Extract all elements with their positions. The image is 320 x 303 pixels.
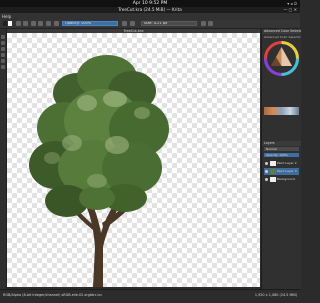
size-lock-icon[interactable]: [130, 21, 135, 26]
mirror-vertical-icon[interactable]: [208, 21, 213, 26]
brush-preset-icon[interactable]: [31, 21, 36, 26]
layer-opacity-slider[interactable]: Opacity: 100%: [264, 153, 299, 157]
foreground-color-swatch[interactable]: [3, 21, 7, 26]
layer-row[interactable]: Paint Layer 2: [264, 160, 299, 167]
color-docker-title[interactable]: Advanced Color Selector: [262, 29, 301, 34]
select-tool-icon[interactable]: [1, 35, 5, 39]
docker-panel: Advanced Color Selector Advanced Color S…: [261, 29, 301, 299]
blend-mode-icon[interactable]: [38, 21, 43, 26]
menu-item-help[interactable]: Help: [2, 13, 11, 20]
eye-icon[interactable]: [265, 162, 268, 165]
background-color-swatch[interactable]: [8, 21, 12, 26]
preserve-alpha-icon[interactable]: [54, 21, 59, 26]
layer-thumbnail: [270, 161, 276, 166]
text-tool-icon[interactable]: [1, 65, 5, 69]
reset-opacity-icon[interactable]: [122, 21, 127, 26]
fill-tool-icon[interactable]: [1, 59, 5, 63]
menu-bar: Help: [0, 13, 300, 20]
recent-colors[interactable]: [264, 100, 299, 115]
palette-strip[interactable]: [264, 107, 299, 115]
layer-name: Paint Layer 3: [277, 169, 297, 173]
layer-row-selected[interactable]: Paint Layer 3: [264, 168, 299, 175]
gradient-icon[interactable]: [16, 21, 21, 26]
canvas[interactable]: [7, 33, 260, 287]
image-size-status: 1,920 x 1,080 (24.5 MiB): [254, 293, 297, 297]
size-slider[interactable]: Size: 4.21 px: [141, 21, 197, 26]
system-top-bar: Apr 10 9:52 PM ▾ ◂ ⏻: [0, 0, 300, 7]
eye-icon[interactable]: [265, 170, 268, 173]
layer-row[interactable]: Background: [264, 176, 299, 183]
layer-actions: [264, 284, 299, 299]
color-docker-subtitle: Advanced Color Selector: [264, 35, 301, 39]
blend-mode-select[interactable]: Normal: [264, 147, 299, 151]
move-tool-icon[interactable]: [1, 47, 5, 51]
mirror-horizontal-icon[interactable]: [201, 21, 206, 26]
toolbox: [0, 29, 7, 289]
layer-thumbnail: [270, 169, 276, 174]
transform-tool-icon[interactable]: [1, 41, 5, 45]
brush-tool-icon[interactable]: [1, 53, 5, 57]
brush-toolbar: Opacity: 100% Size: 4.21 px: [0, 20, 300, 29]
status-bar: RGB/Alpha (8-bit integer/channel) sRGB-e…: [0, 289, 300, 301]
layers-docker-title[interactable]: Layers: [262, 141, 301, 146]
eye-icon[interactable]: [265, 178, 268, 181]
system-indicators[interactable]: ▾ ◂ ⏻: [287, 0, 297, 7]
opacity-slider[interactable]: Opacity: 100%: [62, 21, 118, 26]
layer-name: Background: [277, 177, 295, 181]
system-clock[interactable]: Apr 10 9:52 PM: [0, 0, 300, 7]
color-wheel[interactable]: [264, 41, 299, 76]
tree-image: [29, 55, 169, 287]
pattern-icon[interactable]: [23, 21, 28, 26]
color-profile-status: RGB/Alpha (8-bit integer/channel) sRGB-e…: [3, 293, 103, 297]
eraser-mode-icon[interactable]: [46, 21, 51, 26]
layer-name: Paint Layer 2: [277, 161, 297, 165]
layer-thumbnail: [270, 177, 276, 182]
